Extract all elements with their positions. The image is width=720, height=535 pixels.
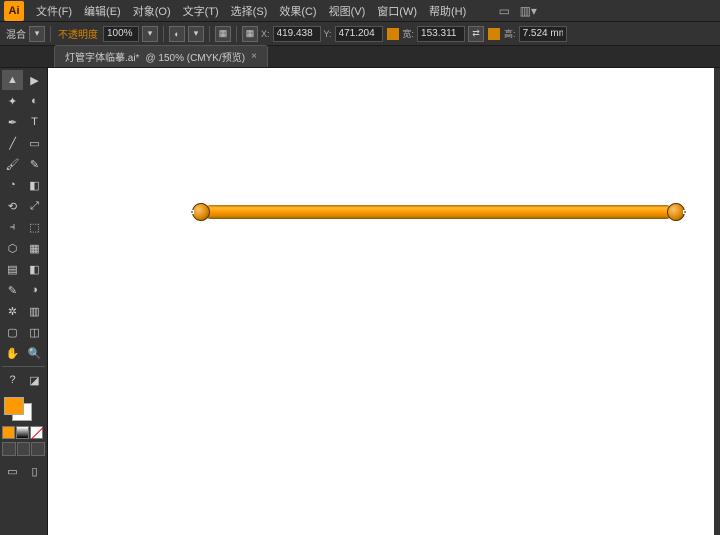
eyedropper-tool[interactable]: ✎ xyxy=(2,280,23,300)
rod-shape-object[interactable] xyxy=(196,203,681,221)
zoom-tool[interactable]: 🔍 xyxy=(24,343,45,363)
app-logo: Ai xyxy=(4,1,24,21)
h-label: 高: xyxy=(504,27,516,40)
eraser-tool[interactable]: ◧ xyxy=(24,175,45,195)
w-label: 宽: xyxy=(403,27,415,40)
swap-fill-stroke-icon[interactable]: ◪ xyxy=(24,370,45,390)
mesh-tool[interactable]: ▤ xyxy=(2,259,23,279)
menu-window[interactable]: 窗口(W) xyxy=(371,1,423,21)
perspective-grid-tool[interactable]: ▦ xyxy=(24,238,45,258)
menu-effect[interactable]: 效果(C) xyxy=(273,1,322,21)
free-transform-tool[interactable]: ⬚ xyxy=(24,217,45,237)
pen-tool[interactable]: ✒ xyxy=(2,112,23,132)
direct-selection-tool[interactable]: ▶ xyxy=(24,70,45,90)
link-wh-icon[interactable]: ⇄ xyxy=(468,26,484,42)
symbol-sprayer-tool[interactable]: ✲ xyxy=(2,301,23,321)
scale-tool[interactable]: ⤢ xyxy=(24,196,45,216)
blend-tool[interactable]: ◑ xyxy=(24,280,45,300)
rod-cap-left xyxy=(192,203,210,221)
h-label-icon xyxy=(488,28,500,40)
menu-select[interactable]: 选择(S) xyxy=(225,1,274,21)
presentation-btn[interactable] xyxy=(31,442,45,456)
draw-mode-icon[interactable]: ▭ xyxy=(2,461,23,481)
right-edge xyxy=(714,68,720,535)
options-bar: 混合 ▾ 不透明度 ▾ ◐ ▾ ▦ ▦ X: Y: 宽: ⇄ 高: xyxy=(0,22,720,46)
column-graph-tool[interactable]: ▥ xyxy=(24,301,45,321)
doc-setup-icon[interactable]: ▭ xyxy=(496,3,512,19)
menu-object[interactable]: 对象(O) xyxy=(127,1,177,21)
arrange-docs-icon[interactable]: ▥▾ xyxy=(520,3,536,19)
line-tool[interactable]: ╱ xyxy=(2,133,23,153)
blend-mode-dropdown[interactable]: ▾ xyxy=(29,26,45,42)
opacity-label: 不透明度 xyxy=(56,26,100,41)
canvas[interactable] xyxy=(48,68,714,535)
rectangle-tool[interactable]: ▭ xyxy=(24,133,45,153)
selection-tool[interactable]: ▲ xyxy=(2,70,23,90)
x-input[interactable] xyxy=(273,26,321,42)
h-input[interactable] xyxy=(519,26,567,42)
opacity-dropdown[interactable]: ▾ xyxy=(142,26,158,42)
menu-help[interactable]: 帮助(H) xyxy=(423,1,472,21)
type-tool[interactable]: T xyxy=(24,112,45,132)
slice-tool[interactable]: ◫ xyxy=(24,322,45,342)
y-label: Y: xyxy=(324,29,332,39)
fill-stroke-swatch[interactable] xyxy=(2,395,45,423)
artboard-tool[interactable]: ▢ xyxy=(2,322,23,342)
none-mode-btn[interactable] xyxy=(30,426,43,439)
rotate-tool[interactable]: ⟲ xyxy=(2,196,23,216)
menu-edit[interactable]: 编辑(E) xyxy=(78,1,127,21)
rod-body xyxy=(204,205,673,219)
tab-close-icon[interactable]: × xyxy=(251,51,257,62)
main-area: ▲▶ ✦◐ ✒T ╱▭ 🖌✎ ◔◧ ⟲⤢ ⫞⬚ ⬡▦ ▤◧ ✎◑ ✲▥ ▢◫ ✋… xyxy=(0,68,720,535)
anchor-right[interactable] xyxy=(683,210,687,214)
normal-screen-btn[interactable] xyxy=(2,442,16,456)
menu-type[interactable]: 文字(T) xyxy=(177,1,225,21)
change-screen-icon[interactable]: ▯ xyxy=(24,461,45,481)
w-input[interactable] xyxy=(417,26,465,42)
menu-file[interactable]: 文件(F) xyxy=(30,1,78,21)
opacity-input[interactable] xyxy=(103,26,139,42)
lasso-tool[interactable]: ◐ xyxy=(24,91,45,111)
gradient-mode-btn[interactable] xyxy=(16,426,29,439)
magic-wand-tool[interactable]: ✦ xyxy=(2,91,23,111)
style-btn[interactable]: ◐ xyxy=(169,26,185,42)
width-tool[interactable]: ⫞ xyxy=(2,217,23,237)
style-menu[interactable]: ▾ xyxy=(188,26,204,42)
fill-swatch[interactable] xyxy=(4,397,24,415)
hand-tool[interactable]: ✋ xyxy=(2,343,23,363)
align-btn[interactable]: ▦ xyxy=(215,26,231,42)
blend-mode-label: 混合 xyxy=(6,26,26,41)
x-label: X: xyxy=(261,29,270,39)
tools-panel: ▲▶ ✦◐ ✒T ╱▭ 🖌✎ ◔◧ ⟲⤢ ⫞⬚ ⬡▦ ▤◧ ✎◑ ✲▥ ▢◫ ✋… xyxy=(0,68,48,535)
pencil-tool[interactable]: ✎ xyxy=(24,154,45,174)
full-screen-btn[interactable] xyxy=(17,442,31,456)
paintbrush-tool[interactable]: 🖌 xyxy=(2,154,23,174)
anchor-left[interactable] xyxy=(190,210,194,214)
w-label-icon xyxy=(387,28,399,40)
gradient-tool[interactable]: ◧ xyxy=(24,259,45,279)
color-mode-btn[interactable] xyxy=(2,426,15,439)
document-tab[interactable]: 灯管字体临摹.ai* @ 150% (CMYK/预览) × xyxy=(54,45,268,67)
transform-ref-icon[interactable]: ▦ xyxy=(242,26,258,42)
menu-view[interactable]: 视图(V) xyxy=(323,1,372,21)
tab-filename: 灯管字体临摹.ai* xyxy=(65,49,139,64)
shape-builder-tool[interactable]: ⬡ xyxy=(2,238,23,258)
tab-bar: 灯管字体临摹.ai* @ 150% (CMYK/预览) × xyxy=(0,46,720,68)
blob-brush-tool[interactable]: ◔ xyxy=(2,175,23,195)
help-icon[interactable]: ? xyxy=(2,370,23,390)
tab-zoom-info: @ 150% (CMYK/预览) xyxy=(145,49,245,64)
y-input[interactable] xyxy=(335,26,383,42)
menu-bar: Ai 文件(F) 编辑(E) 对象(O) 文字(T) 选择(S) 效果(C) 视… xyxy=(0,0,720,22)
